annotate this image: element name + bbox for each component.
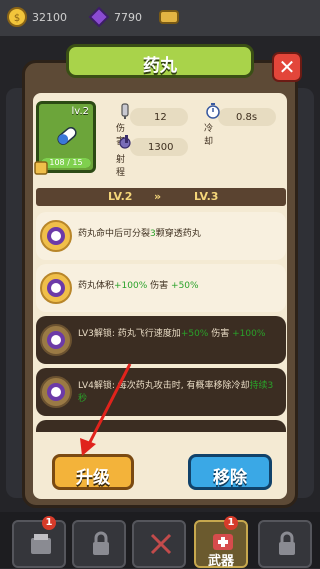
cannon-icon bbox=[119, 135, 131, 149]
cooldown-label: 冷却 bbox=[204, 124, 214, 147]
damage-value: 12 bbox=[154, 112, 167, 123]
level-from: LV.2 bbox=[108, 190, 133, 203]
pill-medal-icon bbox=[40, 376, 72, 408]
list-item: LV3解锁: 药丸飞行速度加+50% 伤害 +100% bbox=[36, 316, 286, 364]
puzzle-piece-icon bbox=[34, 161, 48, 175]
close-icon: ✕ bbox=[278, 55, 296, 79]
level-to: LV.3 bbox=[194, 190, 219, 203]
upgrade-list[interactable]: 药丸命中后可分裂3颗穿透药丸 药丸体积+100% 伤害 +50% LV3解锁: … bbox=[36, 212, 286, 432]
range-value: 1300 bbox=[148, 142, 174, 153]
svg-text:$: $ bbox=[14, 13, 20, 24]
gem-value: 7790 bbox=[114, 11, 142, 24]
dialog-title: 药丸 bbox=[143, 56, 177, 76]
cooldown-value: 0.8s bbox=[236, 112, 258, 123]
coin-icon: $ bbox=[7, 7, 27, 27]
remove-button[interactable]: 移除 bbox=[188, 454, 272, 490]
list-item: 药丸体积+100% 伤害 +50% bbox=[36, 264, 286, 312]
close-button[interactable]: ✕ bbox=[272, 52, 302, 82]
weapons-label: 武器 bbox=[207, 554, 234, 569]
resource-bar: $ 32100 7790 bbox=[0, 0, 320, 36]
level-header: LV.2 » LV.3 bbox=[36, 188, 286, 206]
list-item: 药丸命中后可分裂3颗穿透药丸 bbox=[36, 212, 286, 260]
ticket-icon bbox=[159, 10, 179, 24]
upgrade-button-label: 升级 bbox=[76, 468, 110, 488]
lock-icon bbox=[279, 531, 295, 555]
bottom-nav: 1 1 武器 bbox=[0, 512, 320, 569]
item-card: lv.2 108 / 15 bbox=[34, 101, 96, 175]
pill-medal-icon bbox=[40, 324, 72, 356]
remove-button-label: 移除 bbox=[213, 468, 247, 488]
crossed-swords-icon bbox=[150, 533, 172, 555]
syringe-icon bbox=[121, 103, 129, 119]
notification-badge: 1 bbox=[42, 516, 56, 530]
nav-weapons-button[interactable]: 1 武器 bbox=[194, 516, 248, 569]
pill-medal-icon bbox=[40, 220, 72, 252]
shop-icon bbox=[31, 534, 51, 554]
nav-locked-1[interactable] bbox=[72, 520, 126, 568]
dialog-title-ribbon: 药丸 bbox=[66, 44, 254, 78]
pill-medal-icon bbox=[40, 272, 72, 304]
gem-icon bbox=[88, 6, 110, 28]
level-arrow-icon: » bbox=[154, 190, 162, 203]
red-arrow-annotation bbox=[80, 363, 132, 456]
nav-shop-button[interactable]: 1 bbox=[12, 516, 66, 568]
nav-battle-button[interactable] bbox=[132, 520, 186, 568]
notification-badge: 1 bbox=[224, 516, 238, 530]
coin-value: 32100 bbox=[32, 11, 67, 24]
stopwatch-icon bbox=[206, 103, 220, 119]
range-label: 射程 bbox=[116, 155, 126, 178]
lock-icon bbox=[93, 531, 109, 555]
list-item: LV4解锁: 每次药丸攻击时, 有概率移除冷却持续3秒 bbox=[36, 368, 286, 416]
item-level: lv.2 bbox=[71, 106, 89, 117]
list-item bbox=[36, 420, 286, 432]
pill-icon bbox=[57, 127, 77, 145]
nav-locked-2[interactable] bbox=[258, 520, 312, 568]
